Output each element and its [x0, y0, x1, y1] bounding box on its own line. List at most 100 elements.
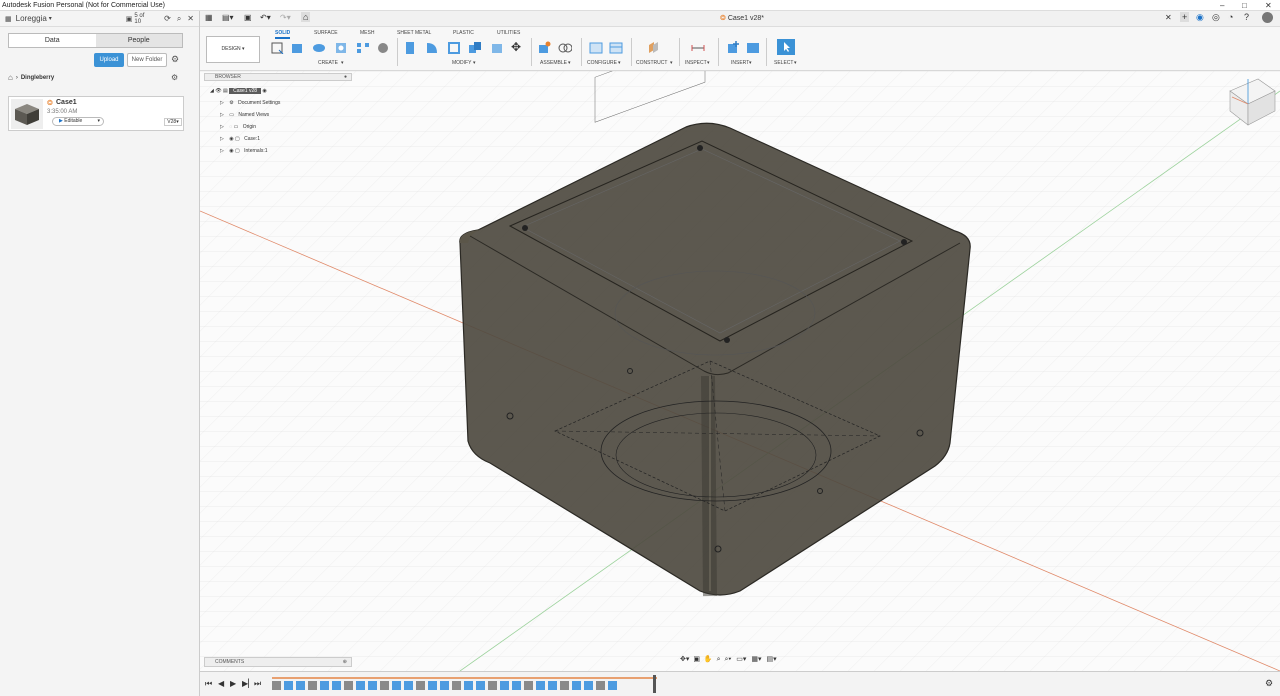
timeline-marker[interactable] — [653, 675, 656, 693]
timeline-feature-icon[interactable] — [500, 681, 509, 690]
group-modify[interactable]: MODIFY — [452, 60, 471, 66]
comments-panel[interactable]: COMMENTS ⊕ — [204, 657, 352, 667]
hidden-eye-icon[interactable]: ◌ — [229, 124, 232, 130]
tab-plastic[interactable]: PLASTIC — [453, 30, 474, 36]
timeline-feature-icon[interactable] — [428, 681, 437, 690]
group-construct[interactable]: CONSTRUCT — [636, 60, 667, 66]
browser-header[interactable]: BROWSER ● — [204, 73, 352, 81]
visibility-eye-icon[interactable]: ◉ — [229, 136, 233, 142]
chevron-down-icon[interactable]: ▾ — [568, 60, 571, 66]
user-name[interactable]: Loreggia — [16, 14, 47, 23]
group-insert[interactable]: INSERT — [731, 60, 749, 66]
upload-button[interactable]: Upload — [94, 53, 124, 67]
version-badge[interactable]: V28▾ — [164, 118, 182, 126]
group-select[interactable]: SELECT — [774, 60, 793, 66]
tab-people[interactable]: People — [95, 34, 182, 47]
shell-icon[interactable] — [447, 41, 461, 54]
combine-icon[interactable] — [468, 41, 482, 54]
extrude-icon[interactable] — [290, 41, 304, 54]
close-panel-icon[interactable]: ✕ — [187, 14, 194, 23]
create-sketch-icon[interactable] — [270, 41, 284, 54]
chevron-down-icon[interactable]: ▾ — [618, 60, 621, 66]
timeline-feature-icon[interactable] — [464, 681, 473, 690]
browser-item-case[interactable]: ▷ ◉ ▢ Case:1 — [220, 136, 260, 142]
step-back-icon[interactable]: ◀ — [218, 679, 224, 688]
chevron-down-icon[interactable]: ▾ — [473, 60, 476, 66]
insert-derive-icon[interactable] — [726, 41, 740, 54]
browser-item-internals[interactable]: ▷ ◉ ▢ Internals:1 — [220, 148, 268, 154]
step-forward-icon[interactable]: ▶▏ — [242, 679, 254, 688]
search-icon[interactable]: ⌕ — [177, 14, 181, 24]
expand-arrow-icon[interactable]: ▷ — [220, 148, 224, 154]
press-pull-icon[interactable] — [403, 41, 417, 54]
timeline-feature-icon[interactable] — [404, 681, 413, 690]
add-comment-icon[interactable]: ⊕ — [343, 658, 347, 666]
chevron-down-icon[interactable]: ▾ — [341, 60, 344, 66]
tab-surface[interactable]: SURFACE — [314, 30, 338, 36]
minimize-icon[interactable]: – — [1220, 0, 1224, 11]
undo-icon[interactable]: ↶▾ — [260, 13, 271, 22]
configure-icon[interactable] — [589, 41, 603, 54]
chevron-down-icon[interactable]: ▾ — [670, 60, 673, 66]
file-thumbnail[interactable] — [11, 99, 43, 129]
activate-icon[interactable]: ◉ — [262, 88, 266, 94]
timeline-feature-icon[interactable] — [332, 681, 341, 690]
refresh-icon[interactable]: ⟳ — [164, 14, 171, 23]
zoom-icon[interactable]: ⌕ — [717, 656, 721, 663]
move-icon[interactable]: ✥ — [511, 41, 525, 54]
play-icon[interactable]: ▶ — [230, 679, 236, 688]
new-tab-icon[interactable]: + — [1180, 12, 1190, 22]
timeline-feature-icon[interactable] — [392, 681, 401, 690]
maximize-icon[interactable]: □ — [1242, 0, 1247, 11]
tab-mesh[interactable]: MESH — [360, 30, 374, 36]
chevron-down-icon[interactable]: ▾ — [707, 60, 710, 66]
chevron-down-icon[interactable]: ▾ — [49, 15, 52, 22]
timeline-feature-icon[interactable] — [320, 681, 329, 690]
fillet-icon[interactable] — [425, 41, 439, 54]
timeline-feature-icon[interactable] — [368, 681, 377, 690]
select-icon[interactable] — [777, 39, 795, 55]
home-icon[interactable]: ⌂ — [8, 73, 13, 82]
revolve-icon[interactable] — [312, 41, 326, 54]
hole-icon[interactable] — [334, 41, 348, 54]
measure-icon[interactable] — [691, 41, 705, 54]
collapse-arrow-icon[interactable]: ◢ — [210, 88, 214, 94]
timeline-feature-icon[interactable] — [344, 681, 353, 690]
visibility-eye-icon[interactable]: 👁 — [215, 88, 221, 94]
expand-arrow-icon[interactable]: ▷ — [220, 100, 224, 106]
offset-plane-icon[interactable] — [646, 41, 660, 54]
timeline-features[interactable] — [272, 677, 657, 691]
viewport-canvas[interactable] — [200, 71, 1280, 671]
timeline-feature-icon[interactable] — [416, 681, 425, 690]
timeline-feature-icon[interactable] — [308, 681, 317, 690]
grid-settings-icon[interactable]: ▦▾ — [751, 656, 761, 663]
close-tab-icon[interactable]: ✕ — [1165, 13, 1172, 22]
scale-icon[interactable] — [490, 41, 504, 54]
collapse-icon[interactable]: ● — [344, 74, 347, 81]
visibility-eye-icon[interactable]: ◉ — [229, 148, 233, 154]
tab-data[interactable]: Data — [9, 34, 96, 47]
joint-icon[interactable] — [558, 41, 572, 54]
data-panel-icon[interactable]: ▦ — [205, 13, 213, 22]
insert-image-icon[interactable] — [746, 41, 760, 54]
home-view-icon[interactable]: ⌂ — [301, 12, 311, 22]
timeline-feature-icon[interactable] — [272, 681, 281, 690]
chevron-down-icon[interactable]: ▾ — [749, 60, 752, 66]
browser-item-document-settings[interactable]: ▷ ⚙ Document Settings — [220, 100, 280, 106]
extensions-icon[interactable]: ◉ — [1196, 12, 1204, 23]
timeline-feature-icon[interactable] — [560, 681, 569, 690]
fillet-shape-icon[interactable] — [376, 41, 390, 54]
timeline-feature-icon[interactable] — [548, 681, 557, 690]
expand-arrow-icon[interactable]: ▷ — [220, 112, 224, 118]
chevron-down-icon[interactable]: ▾ — [794, 60, 797, 66]
new-component-icon[interactable] — [537, 41, 551, 54]
tab-solid[interactable]: SOLID — [275, 30, 291, 39]
timeline-feature-icon[interactable] — [296, 681, 305, 690]
avatar[interactable] — [1262, 12, 1273, 23]
grid-menu-icon[interactable]: ▦ — [5, 15, 12, 23]
settings-gear-icon[interactable]: ⚙ — [171, 54, 179, 65]
timeline-feature-icon[interactable] — [524, 681, 533, 690]
timeline-feature-icon[interactable] — [380, 681, 389, 690]
timeline-feature-icon[interactable] — [572, 681, 581, 690]
timeline-settings-icon[interactable]: ⚙ — [1265, 678, 1273, 689]
